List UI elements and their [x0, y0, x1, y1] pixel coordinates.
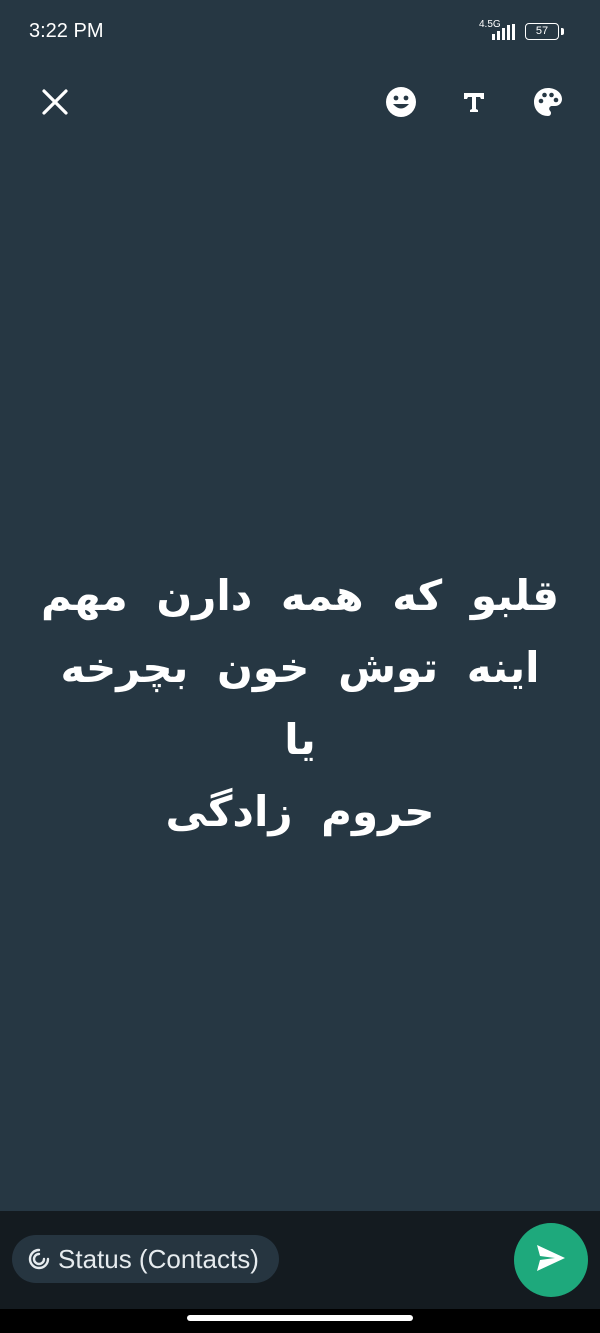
close-button[interactable]: [33, 82, 77, 126]
status-audience-label: Status (Contacts): [58, 1243, 259, 1274]
bottom-bar: Status (Contacts): [0, 1211, 600, 1309]
palette-icon: [532, 86, 564, 122]
close-icon: [41, 88, 69, 120]
text-style-button[interactable]: [452, 82, 496, 126]
send-icon: [535, 1243, 567, 1277]
signal-bars-icon: [492, 24, 518, 40]
status-text-editor[interactable]: قلبو که همه دارن مهم اینه توش خون بچرخه …: [40, 560, 560, 848]
status-text-line: حروم زادگی: [165, 787, 435, 836]
system-status-bar: 3:22 PM 4.5G 57: [0, 0, 600, 64]
emoji-button[interactable]: [379, 82, 423, 126]
status-text-line: اینه توش خون بچرخه یا: [60, 643, 540, 764]
text-style-icon: [462, 90, 486, 118]
status-time: 3:22 PM: [29, 20, 104, 42]
navigation-bar: [0, 1309, 600, 1333]
battery-level: 57: [525, 23, 559, 40]
battery-icon: 57: [525, 23, 564, 40]
status-ring-icon: [28, 1248, 50, 1270]
status-text-line: قلبو که همه دارن مهم: [41, 571, 559, 620]
status-audience-chip[interactable]: Status (Contacts): [12, 1235, 279, 1283]
battery-tip: [561, 28, 564, 35]
home-indicator[interactable]: [187, 1315, 413, 1321]
send-button[interactable]: [514, 1223, 588, 1297]
color-palette-button[interactable]: [526, 82, 570, 126]
emoji-icon: [385, 86, 417, 122]
